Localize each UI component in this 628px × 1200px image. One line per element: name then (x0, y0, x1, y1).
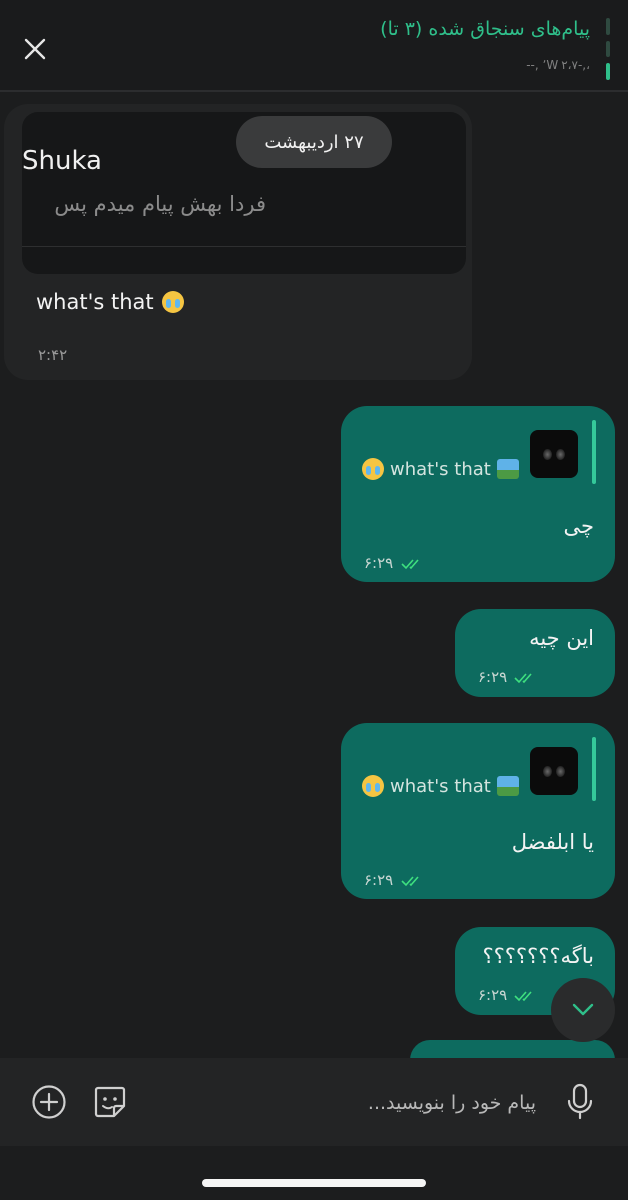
reply-preview-text: what's that (390, 775, 491, 797)
double-check-icon (401, 876, 419, 887)
close-icon (24, 38, 46, 60)
reply-preview[interactable]: what's that (362, 458, 519, 480)
forwarded-text: فردا بهش پیام میدم پس (54, 192, 266, 216)
home-indicator[interactable] (202, 1179, 426, 1187)
close-pinned-button[interactable] (18, 32, 52, 66)
reply-indicator (592, 420, 596, 484)
reply-thumbnail (530, 430, 578, 478)
crying-face-emoji-icon (362, 775, 384, 797)
scroll-to-bottom-button[interactable] (551, 978, 615, 1042)
divider (22, 246, 466, 247)
microphone-icon (567, 1083, 593, 1120)
forwarded-sender-name: Shuka (22, 146, 102, 176)
message-text: چی (563, 514, 595, 538)
sticker-button[interactable] (92, 1084, 128, 1120)
message-time: ۶:۲۹ (478, 986, 508, 1004)
crying-face-emoji-icon (161, 291, 184, 313)
chevron-down-icon (572, 1003, 594, 1016)
pinned-title: پیام‌های سنجاق شده (۳ تا) (380, 18, 590, 40)
message-time: ۶:۲۹ (478, 668, 508, 686)
message-time: ۶:۲۹ (364, 554, 394, 572)
message-composer (0, 1058, 628, 1146)
photo-icon (496, 459, 519, 479)
voice-message-button[interactable] (564, 1082, 596, 1122)
message-content: what's that (36, 290, 184, 314)
message-time: ۶:۲۹ (364, 871, 394, 889)
message-time: ۲:۴۲ (38, 346, 68, 364)
reply-indicator (592, 737, 596, 801)
message-text: what's that (36, 290, 154, 314)
plus-circle-icon (32, 1085, 66, 1119)
date-badge: ۲۷ اردیبهشت (236, 116, 392, 168)
pinned-preview: ،,‌-٬W۲،۷ ,-- (526, 58, 590, 72)
message-text: یا ابلفضل (511, 830, 594, 854)
message-input[interactable] (150, 1078, 538, 1128)
reply-preview[interactable]: what's that (362, 775, 519, 797)
add-attachment-button[interactable] (31, 1084, 67, 1120)
sticker-icon (94, 1086, 126, 1118)
message-text: باگه؟؟؟؟؟؟؟ (482, 944, 594, 968)
pinned-indicator (606, 18, 610, 81)
reply-preview-text: what's that (390, 458, 491, 480)
pinned-messages-bar[interactable]: پیام‌های سنجاق شده (۳ تا) ،,‌-٬W۲،۷ ,-- (0, 0, 628, 92)
double-check-icon (514, 673, 532, 684)
photo-icon (496, 776, 519, 796)
crying-face-emoji-icon (362, 458, 384, 480)
double-check-icon (514, 991, 532, 1002)
message-text: این چیه (529, 626, 594, 650)
double-check-icon (401, 559, 419, 570)
reply-thumbnail (530, 747, 578, 795)
